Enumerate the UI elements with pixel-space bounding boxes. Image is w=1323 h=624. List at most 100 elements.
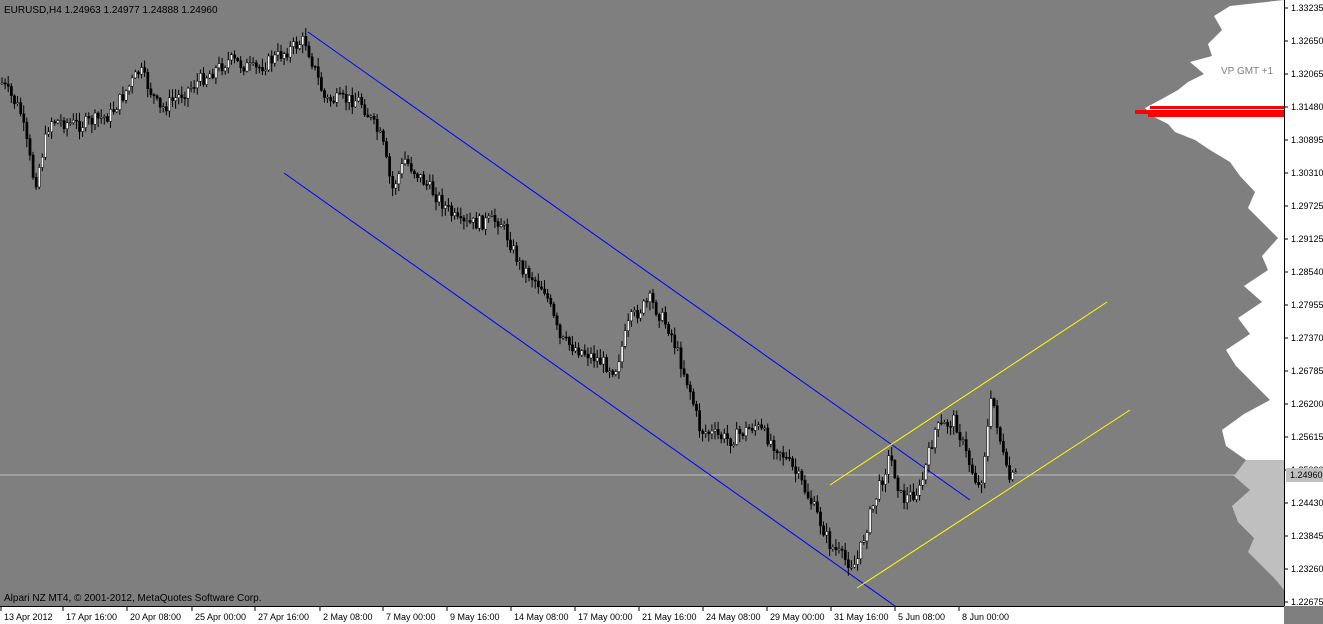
price-scale[interactable]: 1.33235 1.32650 1.32065 1.31480 1.30895 1.303… (1284, 0, 1323, 606)
candle-body (642, 300, 646, 314)
candle-body (825, 531, 829, 536)
candle-body (236, 58, 240, 61)
candle-body (527, 268, 531, 278)
time-scale-label: 2 May 08:00 (323, 612, 373, 622)
candle-body (0, 82, 4, 85)
candle-body (946, 422, 949, 427)
candle-body (682, 368, 686, 375)
candle-body (905, 494, 909, 503)
candle-body (465, 220, 469, 222)
candle-body (192, 87, 196, 89)
candle-body (797, 470, 801, 474)
candle-body (775, 450, 779, 454)
candle-body (168, 97, 171, 112)
candle-body (320, 77, 323, 91)
candle-body (28, 138, 32, 156)
candle-body (515, 245, 519, 262)
down-channel-upper[interactable] (307, 31, 971, 501)
price-chart[interactable]: VP GMT +1 EURUSD,H4 1.24963 1.24977 1.24… (0, 0, 1284, 606)
candle-body (329, 97, 333, 102)
candle-body (217, 63, 221, 69)
candle-body (189, 87, 193, 89)
candle-body (921, 479, 925, 486)
candle-body (744, 427, 748, 437)
candle-body (865, 532, 869, 542)
candle-body (819, 511, 822, 527)
candle-body (595, 357, 599, 362)
time-scale-label: 7 May 00:00 (386, 612, 436, 622)
candle-body (468, 220, 472, 223)
time-scale-label: 27 Apr 16:00 (258, 612, 309, 622)
chart-window[interactable]: VP GMT +1 EURUSD,H4 1.24963 1.24977 1.24… (0, 0, 1323, 624)
copyright-text: Alpari NZ MT4, © 2001-2012, MetaQuotes S… (4, 593, 261, 604)
candle-body (543, 288, 546, 294)
candle-body (837, 548, 841, 551)
candle-body (338, 92, 342, 95)
candle-body (214, 67, 218, 79)
candle-body (471, 217, 475, 223)
candle-body (750, 428, 754, 431)
candle-body (202, 73, 205, 85)
candle-body (955, 414, 959, 433)
candle-body (608, 370, 612, 373)
candle-body (710, 430, 714, 435)
candle-body (558, 324, 562, 339)
up-channel-lower[interactable] (856, 409, 1131, 589)
candle-body (695, 403, 698, 411)
candle-body (853, 564, 856, 568)
candle-body (149, 88, 153, 95)
candle-body (499, 224, 503, 227)
candle-body (933, 429, 937, 448)
candle-body (831, 546, 835, 550)
price-scale-label: 1.26200 (1291, 399, 1323, 409)
candle-body (816, 501, 819, 513)
price-scale-label: 1.32650 (1291, 36, 1323, 46)
candle-body (444, 205, 447, 209)
candle-body (354, 100, 357, 108)
candlestick-series (0, 27, 1018, 576)
candle-body (899, 490, 903, 492)
candle-body (586, 354, 590, 359)
candle-body (806, 491, 810, 499)
candle-body (174, 97, 178, 101)
candle-body (484, 217, 488, 230)
candle-body (99, 117, 103, 119)
candle-body (812, 501, 816, 505)
candle-body (927, 447, 931, 466)
candle-body (1014, 471, 1018, 474)
candle-body (620, 346, 624, 363)
candle-body (732, 444, 736, 446)
time-scale-label: 24 May 08:00 (706, 612, 761, 622)
candle-body (6, 83, 10, 87)
candle-body (961, 439, 965, 441)
time-scale[interactable]: 13 Apr 2012 17 Apr 16:00 20 Apr 08:00 25 Ap… (0, 606, 1284, 624)
candle-body (59, 120, 63, 122)
candle-body (310, 56, 314, 67)
candle-body (22, 113, 26, 123)
candle-body (456, 212, 460, 217)
candle-body (1005, 451, 1008, 466)
candle-body (735, 428, 739, 445)
candle-body (822, 525, 825, 536)
candle-body (623, 330, 627, 347)
candle-body (115, 109, 119, 113)
candle-body (372, 116, 376, 120)
candle-body (654, 302, 658, 315)
candle-body (121, 94, 125, 101)
candle-body (258, 66, 261, 69)
candle-body (81, 127, 85, 132)
candle-body (375, 118, 379, 132)
candle-body (766, 427, 770, 445)
candle-body (41, 156, 44, 168)
candle-body (158, 97, 162, 108)
candle-body (995, 405, 999, 428)
time-scale-label: 31 May 16:00 (834, 612, 889, 622)
candle-body (633, 310, 636, 312)
candle-body (196, 80, 199, 89)
candle-body (134, 71, 137, 79)
candle-body (382, 130, 385, 142)
down-channel-lower[interactable] (283, 172, 896, 606)
candle-body (1002, 441, 1005, 453)
candle-body (902, 490, 906, 503)
candle-body (989, 398, 993, 427)
